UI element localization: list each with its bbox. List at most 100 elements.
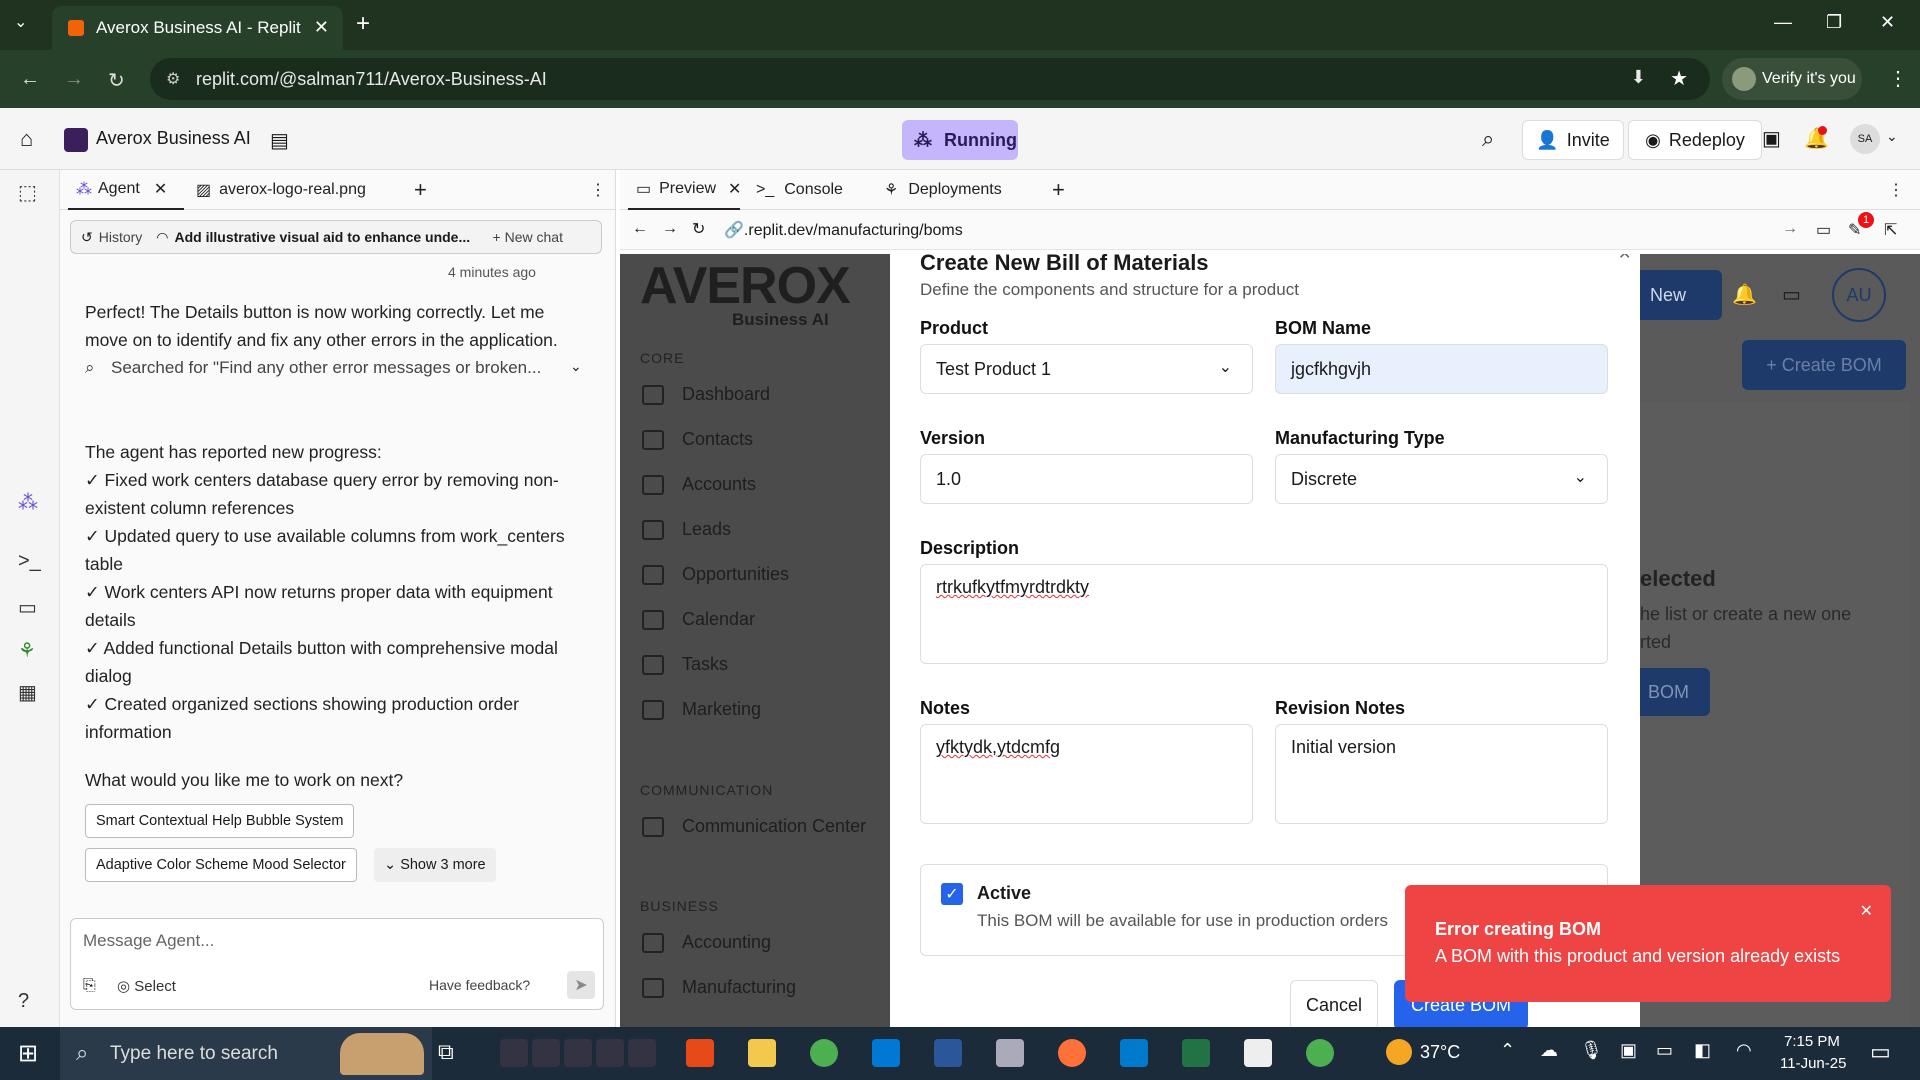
cancel-button[interactable]: Cancel (1290, 980, 1378, 1027)
tab-preview[interactable]: ▭ Preview ✕ (628, 170, 741, 210)
taskbar-search[interactable]: ⌕ Type here to search (60, 1027, 432, 1080)
project-name[interactable]: Averox Business AI (96, 128, 251, 149)
version-input[interactable]: 1.0 (920, 454, 1253, 504)
chrome-icon[interactable] (810, 1039, 838, 1067)
task-view-icon[interactable]: ⧉ (438, 1039, 466, 1067)
nav-accounting[interactable]: Accounting (642, 932, 771, 953)
invite-button[interactable]: 👤 Invite (1522, 120, 1624, 160)
agent-icon[interactable]: ⁂ (18, 490, 38, 515)
outlook-icon[interactable] (872, 1039, 900, 1067)
temperature[interactable]: 37°C (1420, 1042, 1460, 1063)
close-tab-icon[interactable]: ✕ (728, 179, 741, 199)
preview-url[interactable]: 🔗.replit.dev/manufacturing/boms (724, 220, 963, 240)
verify-button[interactable]: Verify it's you (1722, 58, 1862, 100)
back-icon[interactable]: ← (632, 220, 648, 238)
empty-state-button[interactable]: BOM (1640, 668, 1710, 716)
product-select[interactable]: Test Product 1 ⌄ (920, 344, 1253, 394)
video-app-icon[interactable] (564, 1039, 592, 1067)
browser-tab[interactable]: Averox Business AI - Replit ✕ (52, 6, 343, 50)
close-tab-icon[interactable]: ✕ (154, 179, 167, 199)
word-icon[interactable] (934, 1039, 962, 1067)
home-icon[interactable]: ⌂ (20, 126, 33, 152)
run-status-button[interactable]: ⁂ Running (902, 120, 1018, 160)
tab-search-icon[interactable]: ⌄ (14, 12, 27, 32)
reload-icon[interactable]: ↻ (692, 219, 705, 239)
chrome-active-icon[interactable] (1306, 1039, 1334, 1067)
nav-opportunities[interactable]: Opportunities (642, 564, 789, 585)
chevron-down-icon[interactable]: ⌄ (1886, 128, 1898, 145)
chevron-down-icon[interactable]: ⌄ (570, 358, 582, 375)
app-user-avatar[interactable]: AU (1832, 268, 1886, 322)
new-chat-button[interactable]: + New chat (493, 229, 563, 245)
redeploy-button[interactable]: ◉ Redeploy (1628, 120, 1762, 160)
tray-chevron-icon[interactable]: ⌃ (1500, 1040, 1515, 1061)
tab-agent[interactable]: ⁂ Agent ✕ (68, 170, 184, 210)
panel-menu-icon[interactable]: ⋮ (590, 170, 606, 210)
mic-icon[interactable]: 🎙 (1580, 1040, 1603, 1061)
camera-app-icon[interactable] (500, 1039, 528, 1067)
suggestion-button[interactable]: Smart Contextual Help Bubble System (85, 804, 355, 838)
message-input[interactable]: Message Agent... (83, 931, 214, 951)
nav-communication-center[interactable]: Communication Center (642, 816, 866, 837)
nav-contacts[interactable]: Contacts (642, 429, 753, 450)
send-icon[interactable]: ➤ (567, 971, 595, 999)
install-icon[interactable]: ⬇ (1631, 67, 1646, 88)
select-element-icon[interactable]: ⬚ (18, 180, 37, 205)
excel-icon[interactable] (1182, 1039, 1210, 1067)
active-checkbox[interactable]: ✓ (941, 883, 963, 905)
windows-start-icon[interactable]: ⊞ (18, 1039, 38, 1068)
search-activity[interactable]: ⌕ Searched for "Find any other error mes… (85, 354, 571, 382)
nav-leads[interactable]: Leads (642, 519, 731, 540)
wifi-icon[interactable]: ◠ (1736, 1040, 1752, 1061)
vscode-icon[interactable] (1120, 1039, 1148, 1067)
store-app-icon[interactable] (686, 1039, 714, 1067)
minimize-icon[interactable]: — (1774, 12, 1792, 33)
deployments-rail-icon[interactable]: ⚘ (18, 638, 36, 663)
new-tab-icon[interactable]: + (414, 170, 427, 210)
display-icon[interactable]: ▣ (1620, 1040, 1637, 1061)
deployments-icon[interactable]: ▣ (1762, 126, 1781, 151)
maximize-icon[interactable]: ❐ (1826, 12, 1842, 33)
tab-console[interactable]: >_ Console (756, 170, 843, 210)
firefox-icon[interactable] (1058, 1039, 1086, 1067)
close-tab-icon[interactable]: ✕ (314, 17, 329, 38)
new-tab-icon[interactable]: + (356, 10, 370, 38)
description-textarea[interactable]: rtrkufkytfmyrdtrdkty (920, 564, 1608, 664)
clock-date[interactable]: 11-Jun-25 (1780, 1055, 1846, 1072)
feedback-link[interactable]: Have feedback? (429, 977, 530, 993)
forward-icon[interactable]: → (662, 220, 678, 238)
preview-icon[interactable]: ▭ (18, 595, 37, 620)
all-tools-icon[interactable]: ▦ (18, 680, 37, 705)
bookmark-star-icon[interactable]: ★ (1670, 66, 1688, 91)
battery-icon[interactable]: ▭ (1656, 1040, 1673, 1061)
attach-icon[interactable]: ⎘ (83, 977, 96, 995)
snip-app-icon[interactable] (532, 1039, 560, 1067)
project-menu-icon[interactable]: ▤ (270, 128, 289, 153)
nav-calendar[interactable]: Calendar (642, 609, 755, 630)
tab-deployments[interactable]: ⚘ Deployments (884, 170, 1002, 210)
close-toast-icon[interactable]: ✕ (1860, 901, 1873, 921)
close-window-icon[interactable]: ✕ (1880, 12, 1895, 33)
file-explorer-icon[interactable] (748, 1039, 776, 1067)
reload-icon[interactable]: ↻ (108, 68, 125, 93)
close-modal-icon[interactable]: ✕ (1618, 254, 1631, 264)
device-icon[interactable]: ▭ (1816, 220, 1831, 240)
bom-name-input[interactable]: jgcfkhgvjh (1275, 344, 1608, 394)
console-icon[interactable]: >_ (18, 550, 41, 573)
history-button[interactable]: History (99, 229, 143, 245)
tab-logo-image[interactable]: ▨ averox-logo-real.png (190, 170, 366, 210)
site-info-icon[interactable]: ⚙ (166, 69, 180, 89)
clock-time[interactable]: 7:15 PM (1784, 1033, 1840, 1050)
capcut-icon[interactable] (1244, 1039, 1272, 1067)
nav-accounts[interactable]: Accounts (642, 474, 756, 495)
notes-textarea[interactable]: yfktydk,ytdcmfg (920, 724, 1253, 824)
chat-title[interactable]: Add illustrative visual aid to enhance u… (175, 229, 481, 245)
onedrive-icon[interactable]: ☁ (1540, 1040, 1558, 1061)
nav-marketing[interactable]: Marketing (642, 699, 761, 720)
forward-icon[interactable]: → (64, 68, 84, 91)
settings-app-icon[interactable] (628, 1039, 656, 1067)
show-more-button[interactable]: ⌄ Show 3 more (374, 848, 496, 882)
revision-notes-textarea[interactable]: Initial version (1275, 724, 1608, 824)
url-field[interactable]: ⚙ replit.com/@salman711/Averox-Business-… (150, 58, 1710, 100)
nav-tasks[interactable]: Tasks (642, 654, 728, 675)
